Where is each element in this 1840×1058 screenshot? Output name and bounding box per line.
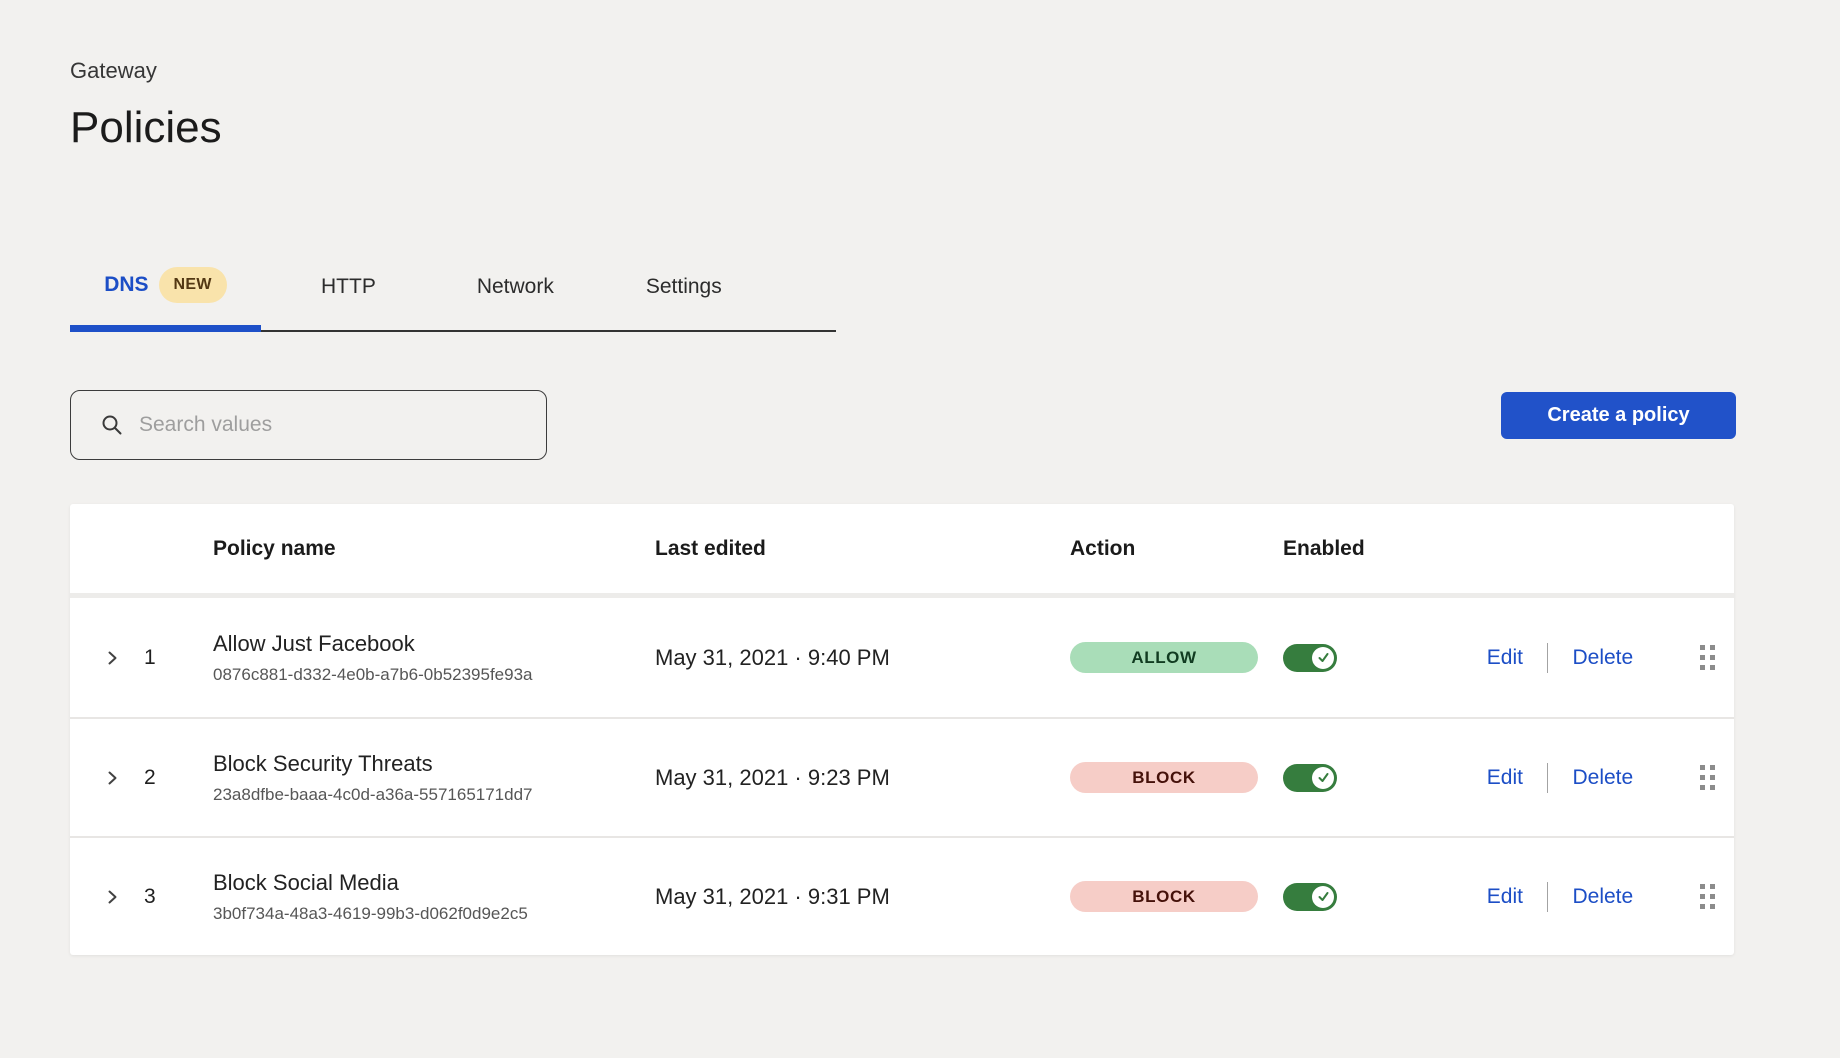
row-priority-number: 1 (132, 646, 190, 670)
toggle-knob (1312, 767, 1334, 789)
tab-dns[interactable]: DNS NEW (70, 272, 261, 332)
action-divider (1547, 643, 1549, 673)
page-title: Policies (70, 102, 1840, 154)
tab-network[interactable]: Network (477, 274, 554, 330)
enabled-toggle[interactable] (1283, 644, 1337, 672)
delete-link[interactable]: Delete (1572, 885, 1633, 909)
edit-link[interactable]: Edit (1487, 646, 1523, 670)
last-edited-value: May 31, 2021 · 9:40 PM (655, 645, 1070, 671)
last-edited-value: May 31, 2021 · 9:31 PM (655, 884, 1070, 910)
tab-http[interactable]: HTTP (321, 274, 376, 330)
new-badge: NEW (159, 267, 227, 303)
policy-name: Allow Just Facebook (213, 631, 655, 657)
drag-handle-icon[interactable] (1700, 884, 1715, 909)
drag-handle-icon[interactable] (1700, 645, 1715, 670)
column-header-last-edited: Last edited (655, 537, 1070, 561)
toggle-knob (1312, 886, 1334, 908)
enabled-toggle[interactable] (1283, 883, 1337, 911)
table-row: 3 Block Social Media 3b0f734a-48a3-4619-… (70, 836, 1734, 955)
edit-link[interactable]: Edit (1487, 885, 1523, 909)
policy-id: 23a8dfbe-baaa-4c0d-a36a-557165171dd7 (213, 784, 655, 805)
table-row: 2 Block Security Threats 23a8dfbe-baaa-4… (70, 717, 1734, 836)
check-icon (1317, 771, 1330, 784)
tab-settings-label: Settings (646, 274, 722, 300)
toggle-knob (1312, 647, 1334, 669)
delete-link[interactable]: Delete (1572, 766, 1633, 790)
tab-settings[interactable]: Settings (646, 274, 722, 330)
check-icon (1317, 890, 1330, 903)
action-badge: ALLOW (1070, 642, 1258, 673)
tab-http-label: HTTP (321, 274, 376, 300)
enabled-toggle[interactable] (1283, 764, 1337, 792)
gateway-policies-page: Gateway Policies DNS NEW HTTP Network Se… (0, 0, 1840, 955)
tab-network-label: Network (477, 274, 554, 300)
delete-link[interactable]: Delete (1572, 646, 1633, 670)
expand-row-chevron-right-icon[interactable] (103, 769, 121, 787)
expand-row-chevron-right-icon[interactable] (103, 888, 121, 906)
create-policy-button[interactable]: Create a policy (1501, 392, 1736, 439)
expand-row-chevron-right-icon[interactable] (103, 649, 121, 667)
column-header-action: Action (1070, 537, 1283, 561)
action-divider (1547, 882, 1549, 912)
policy-name: Block Security Threats (213, 751, 655, 777)
row-priority-number: 2 (132, 766, 190, 790)
action-divider (1547, 763, 1549, 793)
table-row: 1 Allow Just Facebook 0876c881-d332-4e0b… (70, 598, 1734, 717)
action-badge: BLOCK (1070, 881, 1258, 912)
search-icon (101, 414, 123, 436)
policies-table: Policy name Last edited Action Enabled 1… (70, 504, 1734, 955)
policy-id: 3b0f734a-48a3-4619-99b3-d062f0d9e2c5 (213, 903, 655, 924)
search-input[interactable] (139, 413, 526, 437)
row-priority-number: 3 (132, 885, 190, 909)
column-header-enabled: Enabled (1283, 537, 1440, 561)
column-header-policy-name: Policy name (190, 537, 655, 561)
table-header-row: Policy name Last edited Action Enabled (70, 504, 1734, 598)
breadcrumb: Gateway (70, 58, 1840, 84)
last-edited-value: May 31, 2021 · 9:23 PM (655, 765, 1070, 791)
edit-link[interactable]: Edit (1487, 766, 1523, 790)
policy-id: 0876c881-d332-4e0b-a7b6-0b52395fe93a (213, 664, 655, 685)
drag-handle-icon[interactable] (1700, 765, 1715, 790)
action-badge: BLOCK (1070, 762, 1258, 793)
tab-bar: DNS NEW HTTP Network Settings (70, 272, 836, 332)
search-box[interactable] (70, 390, 547, 460)
check-icon (1317, 651, 1330, 664)
toolbar: Create a policy (70, 390, 1736, 460)
tab-dns-label: DNS (104, 272, 148, 298)
policy-name: Block Social Media (213, 870, 655, 896)
